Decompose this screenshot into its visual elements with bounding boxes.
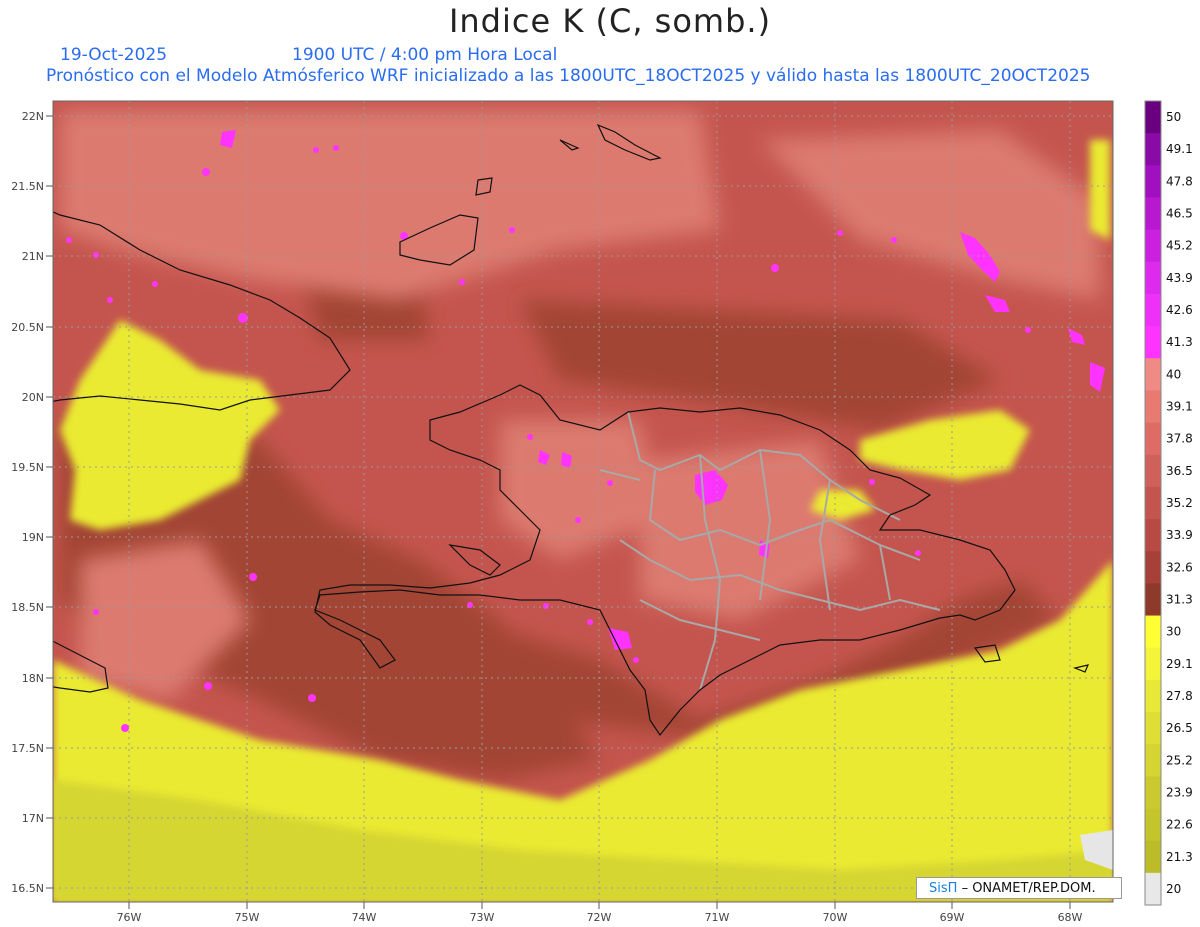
colorbar-swatch	[1145, 712, 1161, 745]
colorbar-level-label: 35.2	[1166, 496, 1193, 510]
colorbar-level-label: 21.3	[1166, 850, 1193, 864]
latitude-labels: 22N 21.5N 21N 20.5N 20N 19.5N 19N 18.5N …	[11, 110, 44, 895]
colorbar-level-label: 33.9	[1166, 528, 1193, 542]
lon-label: 70W	[823, 911, 848, 924]
colorbar-swatch	[1145, 261, 1161, 295]
colorbar-swatch	[1145, 390, 1161, 424]
lon-label: 75W	[235, 911, 260, 924]
lat-label: 21.5N	[11, 180, 44, 193]
colorbar-swatch	[1145, 293, 1161, 327]
colorbar-swatch	[1145, 197, 1161, 231]
colorbar-swatch	[1145, 583, 1161, 617]
colorbar: 50 49.1 47.8 46.5 45.2 43.9 42.6 41.3 40 39.1 37.8…	[1144, 100, 1193, 906]
colorbar-level-label: 26.5	[1166, 721, 1193, 735]
colorbar-level-label: 25.2	[1166, 753, 1193, 767]
colorbar-swatch	[1145, 872, 1161, 906]
colorbar-level-label: 30	[1166, 625, 1181, 639]
lat-label: 22N	[22, 110, 44, 123]
lon-label: 72W	[587, 911, 612, 924]
lat-label: 20N	[22, 391, 44, 404]
colorbar-swatch	[1145, 101, 1161, 134]
colorbar-swatch	[1145, 519, 1161, 552]
colorbar-swatch	[1145, 551, 1161, 584]
colorbar-level-label: 22.6	[1166, 818, 1193, 832]
sispi-logo: SisΠ	[929, 881, 958, 896]
colorbar-swatch	[1145, 808, 1161, 842]
colorbar-level-label: 47.8	[1166, 174, 1193, 188]
colorbar-level-label: 43.9	[1166, 271, 1193, 285]
colorbar-level-label: 50	[1166, 110, 1181, 124]
lon-label: 76W	[117, 911, 142, 924]
lat-label: 18N	[22, 672, 44, 685]
colorbar-level-label: 39.1	[1166, 400, 1193, 414]
colorbar-level-label: 42.6	[1166, 303, 1193, 317]
colorbar-swatch	[1145, 679, 1161, 713]
colorbar-swatch	[1145, 454, 1161, 488]
colorbar-swatch	[1145, 647, 1161, 681]
colorbar-swatch	[1145, 422, 1161, 456]
colorbar-swatch	[1145, 326, 1161, 359]
lon-label: 68W	[1058, 911, 1083, 924]
colorbar-swatch	[1145, 229, 1161, 263]
colorbar-level-label: 46.5	[1166, 207, 1193, 221]
colorbar-level-label: 32.6	[1166, 560, 1193, 574]
colorbar-level-label: 23.9	[1166, 785, 1193, 799]
colorbar-level-label: 41.3	[1166, 335, 1193, 349]
lat-label: 17N	[22, 812, 44, 825]
colorbar-level-label: 49.1	[1166, 142, 1193, 156]
lat-label: 18.5N	[11, 601, 44, 614]
colorbar-level-label: 29.1	[1166, 657, 1193, 671]
k-index-map: 22N 21.5N 21N 20.5N 20N 19.5N 19N 18.5N …	[11, 100, 1193, 924]
lat-label: 17.5N	[11, 742, 44, 755]
colorbar-level-label: 36.5	[1166, 464, 1193, 478]
lat-label: 19.5N	[11, 461, 44, 474]
credit-box: SisΠ – ONAMET/REP.DOM.	[916, 877, 1122, 899]
colorbar-level-label: 40	[1166, 367, 1181, 381]
lon-label: 73W	[470, 911, 495, 924]
colorbar-swatch	[1145, 358, 1161, 391]
lat-label: 16.5N	[11, 882, 44, 895]
credit-text: – ONAMET/REP.DOM.	[961, 881, 1096, 896]
colorbar-level-label: 45.2	[1166, 239, 1193, 253]
colorbar-swatch	[1145, 165, 1161, 198]
colorbar-swatch	[1145, 776, 1161, 810]
colorbar-level-label: 31.3	[1166, 592, 1193, 606]
colorbar-swatch	[1145, 486, 1161, 520]
colorbar-swatch	[1145, 615, 1161, 649]
field-layer	[53, 101, 1113, 902]
lat-label: 20.5N	[11, 321, 44, 334]
colorbar-swatch	[1145, 744, 1161, 777]
colorbar-swatch	[1145, 133, 1161, 166]
colorbar-level-label: 27.8	[1166, 689, 1193, 703]
longitude-labels: 76W 75W 74W 73W 72W 71W 70W 69W 68W	[117, 911, 1083, 924]
lat-label: 21N	[22, 250, 44, 263]
colorbar-swatch	[1145, 840, 1161, 874]
lat-label: 19N	[22, 531, 44, 544]
colorbar-level-label: 37.8	[1166, 432, 1193, 446]
colorbar-level-label: 20	[1166, 882, 1181, 896]
lon-label: 74W	[352, 911, 377, 924]
lon-label: 71W	[705, 911, 730, 924]
lon-label: 69W	[940, 911, 965, 924]
